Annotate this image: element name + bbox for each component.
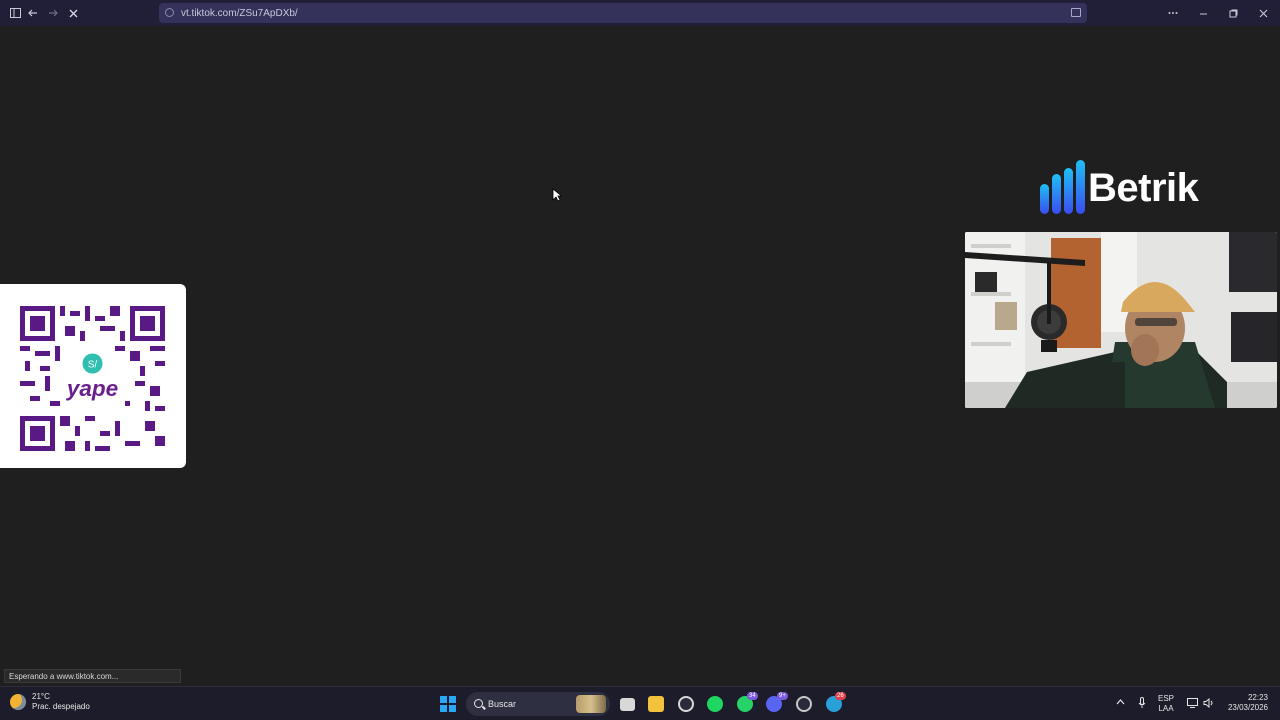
windows-start-button[interactable] xyxy=(440,696,456,712)
sidebar-toggle-icon[interactable] xyxy=(6,4,24,22)
file-explorer-icon[interactable] xyxy=(648,696,664,712)
browser-app-icon[interactable] xyxy=(678,696,694,712)
taskbar xyxy=(0,686,1280,720)
mouse-cursor-icon xyxy=(552,188,562,202)
weather-temperature: 21°C xyxy=(32,692,50,701)
show-hidden-icons-icon[interactable] xyxy=(1116,698,1125,708)
whatsapp-badge: 34 xyxy=(747,692,758,700)
language-indicator[interactable]: ESP LAA xyxy=(1158,694,1174,714)
weather-icon xyxy=(10,694,26,710)
restore-button[interactable] xyxy=(1224,4,1242,22)
yape-logo-text: yape xyxy=(66,376,118,401)
back-button[interactable] xyxy=(24,4,42,22)
clock-time: 22:23 xyxy=(1247,693,1268,702)
more-menu-icon[interactable] xyxy=(1164,4,1182,22)
yape-currency-label: S/ xyxy=(88,360,98,371)
clock-date: 23/03/2026 xyxy=(1227,703,1268,712)
webcam-feed xyxy=(965,232,1277,408)
weather-widget[interactable]: 21°C Prac. despejado xyxy=(10,692,90,712)
spotify-icon[interactable] xyxy=(707,696,723,712)
betrik-brand-name: Betrik xyxy=(1088,166,1199,210)
task-view-icon[interactable] xyxy=(620,698,635,711)
reader-view-icon[interactable] xyxy=(1071,8,1081,17)
keyboard-layout: LAA xyxy=(1158,704,1174,713)
system-clock[interactable]: 22:23 23/03/2026 xyxy=(1228,693,1268,713)
close-button[interactable] xyxy=(1254,4,1272,22)
stop-loading-button[interactable] xyxy=(64,4,82,22)
app-icon[interactable] xyxy=(796,696,812,712)
site-info-icon[interactable] xyxy=(165,8,174,17)
loading-status-text: Esperando a www.tiktok.com... xyxy=(4,669,181,683)
network-icon[interactable] xyxy=(1187,698,1199,711)
language-code: ESP xyxy=(1158,694,1175,703)
telegram-badge: 26 xyxy=(835,692,846,700)
browser-toolbar: vt.tiktok.com/ZSu7ApDXb/ xyxy=(0,0,1280,26)
microphone-icon[interactable] xyxy=(1138,697,1146,712)
weather-description: Prac. despejado xyxy=(32,702,90,711)
minimize-button[interactable] xyxy=(1194,4,1212,22)
search-icon xyxy=(474,699,483,708)
search-placeholder: Buscar xyxy=(488,699,517,709)
yape-qr-code: S/ yape xyxy=(20,306,165,451)
address-bar[interactable]: vt.tiktok.com/ZSu7ApDXb/ xyxy=(159,3,1087,23)
volume-icon[interactable] xyxy=(1203,697,1215,711)
taskbar-search[interactable]: Buscar xyxy=(466,692,610,716)
search-highlight-image xyxy=(576,695,606,713)
forward-button[interactable] xyxy=(44,4,62,22)
url-text: vt.tiktok.com/ZSu7ApDXb/ xyxy=(181,7,298,19)
discord-badge: 9+ xyxy=(777,692,788,700)
